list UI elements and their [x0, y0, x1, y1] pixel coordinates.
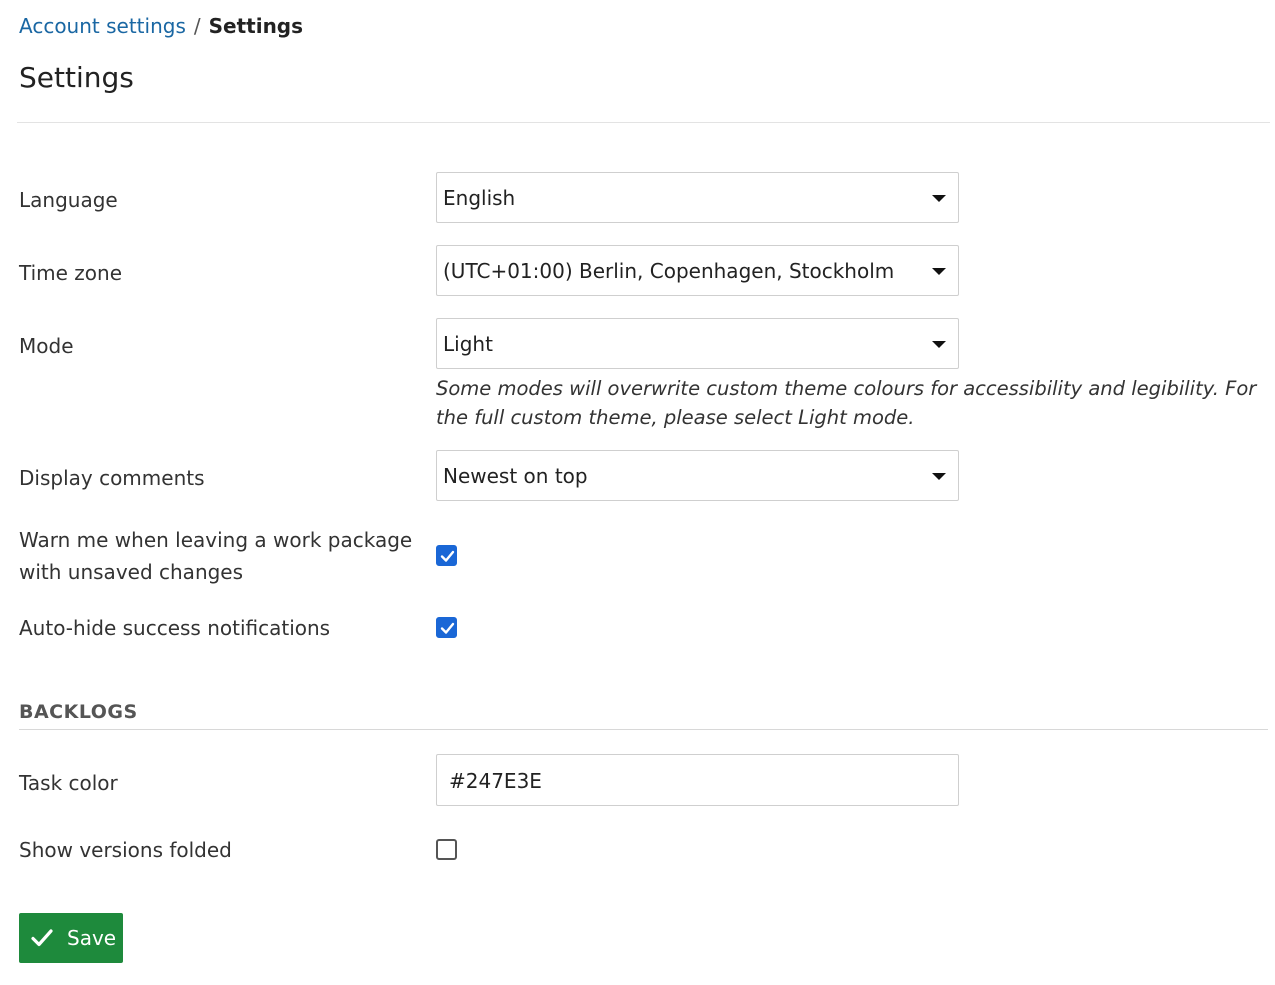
- save-button-label: Save: [67, 926, 117, 950]
- language-select[interactable]: English: [436, 172, 959, 223]
- breadcrumb-current: Settings: [208, 14, 304, 38]
- breadcrumb-separator: /: [193, 14, 201, 38]
- save-button[interactable]: Save: [19, 913, 123, 963]
- backlogs-section-title: BACKLOGS: [19, 701, 138, 723]
- warn-unsaved-label-line1: Warn me when leaving a work package: [19, 528, 413, 552]
- language-select-value: English: [443, 186, 516, 210]
- versions-folded-label: Show versions folded: [19, 838, 232, 862]
- task-color-value: #247E3E: [449, 769, 542, 793]
- timezone-label: Time zone: [19, 261, 123, 285]
- check-icon: [440, 622, 455, 634]
- display-comments-select-value: Newest on top: [443, 464, 588, 488]
- settings-page: Account settings / Settings Settings Langu…: [0, 0, 1275, 985]
- check-icon: [440, 550, 455, 562]
- mode-help-text: Some modes will overwrite custom theme c…: [436, 377, 1257, 429]
- mode-select-value: Light: [443, 332, 493, 356]
- timezone-select-value: (UTC+01:00) Berlin, Copenhagen, Stockhol…: [443, 259, 895, 283]
- chevron-down-icon: [932, 268, 946, 275]
- page-title: Settings: [19, 61, 134, 94]
- autohide-label: Auto-hide success notifications: [19, 616, 331, 640]
- chevron-down-icon: [932, 473, 946, 480]
- mode-select[interactable]: Light: [436, 318, 959, 369]
- title-divider: [17, 122, 1270, 123]
- warn-unsaved-checkbox[interactable]: [436, 545, 457, 566]
- check-icon: [31, 929, 53, 947]
- backlogs-divider: [19, 729, 1268, 730]
- display-comments-label: Display comments: [19, 466, 205, 490]
- breadcrumb-account-settings-link[interactable]: Account settings: [19, 14, 186, 38]
- versions-folded-checkbox[interactable]: [436, 839, 457, 860]
- mode-label: Mode: [19, 334, 74, 358]
- autohide-checkbox[interactable]: [436, 617, 457, 638]
- chevron-down-icon: [932, 341, 946, 348]
- task-color-label: Task color: [19, 771, 118, 795]
- chevron-down-icon: [932, 195, 946, 202]
- display-comments-select[interactable]: Newest on top: [436, 450, 959, 501]
- timezone-select[interactable]: (UTC+01:00) Berlin, Copenhagen, Stockhol…: [436, 245, 959, 296]
- breadcrumb: Account settings / Settings: [19, 12, 303, 40]
- warn-unsaved-label-line2: with unsaved changes: [19, 560, 244, 584]
- language-label: Language: [19, 188, 118, 212]
- task-color-input[interactable]: #247E3E: [436, 754, 959, 806]
